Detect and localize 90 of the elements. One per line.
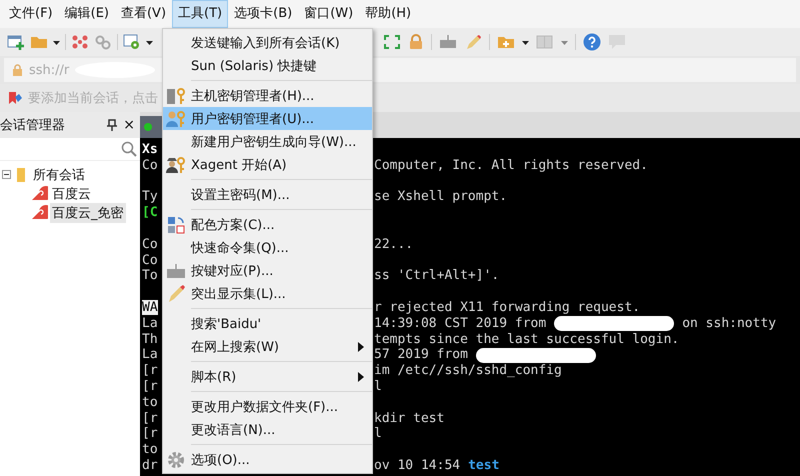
terminal-text: l — [374, 426, 382, 442]
menu-item[interactable]: 新建用户密钥生成向导(W)... — [163, 130, 372, 153]
pin-icon[interactable] — [107, 119, 118, 131]
menu-item[interactable]: 更改语言(N)... — [163, 418, 372, 441]
menu-item[interactable]: 在网上搜索(W) — [163, 335, 372, 358]
menu-bar-item[interactable]: 选项卡(B) — [228, 0, 298, 28]
terminal-text: To — [142, 268, 158, 284]
status-dot-icon — [144, 123, 152, 131]
window-gear-icon[interactable] — [123, 34, 141, 50]
terminal-text: Ty — [142, 189, 158, 204]
hint-text: 要添加当前会话，点击 — [28, 90, 158, 107]
terminal-text: on ssh:notty — [682, 316, 776, 332]
terminal-text: 57 2019 from — [374, 347, 468, 364]
menu-bar-item[interactable]: 窗口(W) — [298, 0, 360, 28]
terminal-text: tempts since the last successful login. — [374, 332, 680, 348]
terminal-text: to — [142, 394, 158, 410]
menu-item[interactable]: 按键对应(P)... — [163, 259, 372, 282]
menu-bar-item[interactable]: 工具(T) — [172, 0, 228, 28]
terminal-text: to — [142, 442, 158, 458]
layout-icon[interactable] — [536, 34, 554, 50]
panel-title: 会话管理器 — [0, 117, 66, 134]
terminal-text: La — [142, 347, 158, 362]
terminal-text: l — [374, 378, 382, 395]
terminal-text: 22... — [374, 236, 414, 253]
terminal-text: La — [142, 316, 158, 331]
menu-bar-item[interactable]: 文件(F) — [3, 0, 59, 28]
close-button[interactable]: × — [123, 117, 135, 133]
terminal-text: WA — [142, 300, 158, 315]
menu-item[interactable]: 快速命令集(Q)... — [163, 236, 372, 259]
server-key-icon — [166, 86, 186, 104]
terminal-text: [r — [142, 363, 158, 378]
terminal-text: im /etc//ssh/sshd_config — [374, 363, 562, 379]
menu-item[interactable]: 搜索'Baidu' — [163, 312, 372, 335]
highlighter-icon[interactable] — [464, 34, 482, 50]
terminal-text: [r — [142, 378, 158, 394]
terminal-text: Computer, Inc. All rights reserved. — [374, 158, 648, 174]
menu-item[interactable]: Xagent 开始(A) — [163, 153, 372, 176]
search-icon[interactable] — [121, 141, 137, 157]
menu-bar-item[interactable]: 编辑(E) — [58, 0, 115, 28]
folder-icon — [15, 166, 27, 182]
terminal-text: [r — [142, 426, 158, 442]
menu-item[interactable]: 脚本(R) — [163, 365, 372, 388]
menu-item[interactable]: 选项(O)... — [163, 448, 372, 471]
bookmark-icon — [8, 91, 22, 105]
menu-item[interactable]: 配色方案(C)... — [163, 213, 372, 236]
settings-icon — [167, 450, 185, 468]
menu-item[interactable]: 设置主密码(M)... — [163, 183, 372, 206]
fullscreen-icon[interactable] — [383, 34, 401, 50]
terminal-text: test — [468, 458, 500, 474]
user-key-icon — [166, 110, 186, 128]
folder-icon[interactable] — [30, 34, 48, 50]
terminal-text: r rejected X11 forwarding request. — [374, 300, 640, 316]
lock-icon — [12, 64, 23, 76]
tree-item[interactable]: 百度云_免密 — [50, 202, 126, 222]
menu-bar-item[interactable]: 查看(V) — [114, 0, 172, 28]
menu-item[interactable]: 主机密钥管理者(H)... — [163, 84, 372, 107]
terminal-text: ss 'Ctrl+Alt+]'. — [374, 268, 500, 284]
tree-item[interactable]: 百度云 — [50, 184, 93, 204]
submenu-arrow-icon — [358, 342, 364, 352]
keyboard-icon[interactable] — [439, 34, 457, 50]
terminal-text: Xs — [142, 142, 158, 157]
lock-icon[interactable] — [408, 34, 424, 50]
terminal-text: ov 10 14:54 — [374, 458, 460, 474]
tree-item[interactable]: 所有会话 — [31, 164, 87, 184]
network-icon[interactable] — [71, 34, 89, 50]
terminal-text: [r — [142, 410, 158, 426]
link-icon[interactable] — [94, 34, 112, 50]
terminal-text: Co — [142, 158, 158, 173]
submenu-arrow-icon — [358, 372, 364, 382]
terminal-text: Co — [142, 236, 158, 252]
folder-plus-icon[interactable] — [497, 34, 515, 50]
collapse-toggle[interactable] — [2, 170, 11, 179]
terminal-text: 14:39:08 CST 2019 from — [374, 316, 546, 332]
menu-item[interactable]: 更改用户数据文件夹(F)... — [163, 395, 372, 418]
menu-item[interactable]: 用户密钥管理者(U)... — [163, 107, 372, 130]
agent-key-icon — [166, 156, 186, 174]
terminal-text: dr — [142, 458, 158, 473]
terminal-text: Co — [142, 252, 158, 268]
menu-bar-item[interactable]: 帮助(H) — [359, 0, 418, 28]
keyboard-icon — [166, 262, 186, 278]
terminal-text: Th — [142, 332, 158, 347]
terminal-text: [C — [142, 205, 158, 220]
help-icon[interactable] — [583, 33, 601, 51]
color-squares-icon — [167, 216, 185, 234]
menu-item[interactable]: 突出显示集(L)... — [163, 282, 372, 305]
terminal-text: se Xshell prompt. — [374, 189, 508, 206]
terminal-text: kdir test — [374, 410, 444, 426]
new-session-icon[interactable] — [7, 34, 25, 50]
session-tab[interactable] — [140, 116, 162, 138]
highlighter-icon — [167, 284, 185, 302]
